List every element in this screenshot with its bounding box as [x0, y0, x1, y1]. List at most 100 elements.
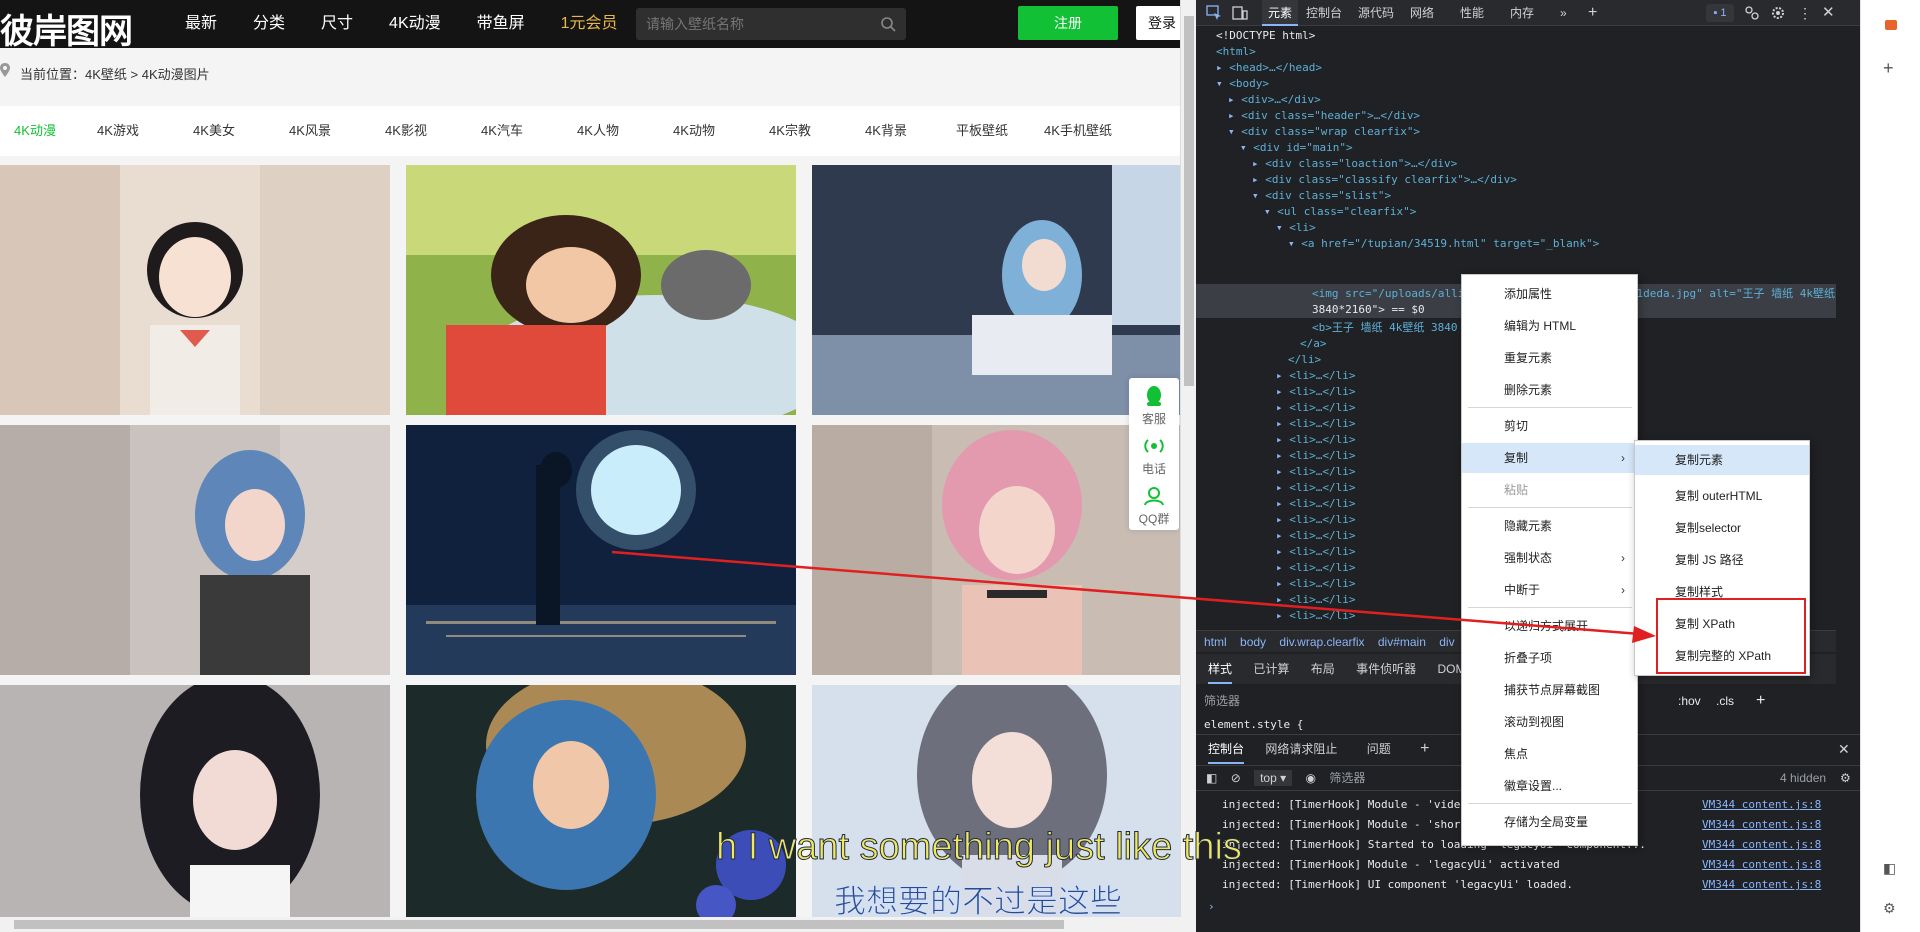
wallpaper-thumbnail[interactable] — [812, 165, 1180, 415]
dom-node[interactable]: ▸ <div class="header">…</div> — [1228, 108, 1420, 124]
tab-memory[interactable]: 内存 — [1510, 0, 1534, 26]
element-style-rule[interactable]: element.style { — [1204, 718, 1303, 731]
dom-node[interactable]: ▸ <li>…</li> — [1276, 576, 1355, 592]
tab-4k-game[interactable]: 4K游戏 — [70, 106, 166, 156]
tab-4k-religion[interactable]: 4K宗教 — [742, 106, 838, 156]
dom-node[interactable]: ▸ <li>…</li> — [1276, 384, 1355, 400]
dom-node[interactable]: ▸ <li>…</li> — [1276, 368, 1355, 384]
dom-node[interactable]: <b>王子 墙纸 4k壁纸 3840 — [1312, 320, 1457, 336]
tab-computed[interactable]: 已计算 — [1253, 662, 1289, 676]
tab-sources[interactable]: 源代码 — [1358, 0, 1394, 26]
live-expression-eye-icon[interactable]: ◉ — [1305, 771, 1315, 785]
dom-node[interactable]: ▸ <li>…</li> — [1276, 480, 1355, 496]
issues-badge[interactable]: ▪ 1 — [1706, 4, 1734, 22]
settings-gear-icon[interactable] — [1770, 5, 1786, 21]
tab-4k-film[interactable]: 4K影视 — [358, 106, 454, 156]
menu-badge-settings[interactable]: 徽章设置... — [1462, 771, 1637, 801]
menu-copy-element[interactable]: 复制元素 — [1635, 445, 1809, 475]
dom-node[interactable]: <!DOCTYPE html> — [1216, 28, 1315, 44]
site-logo[interactable]: 彼岸图网 — [0, 4, 133, 53]
tab-4k-car[interactable]: 4K汽车 — [454, 106, 550, 156]
menu-paste[interactable]: 粘贴 — [1462, 475, 1637, 505]
tab-4k-phone[interactable]: 4K手机壁纸 — [1030, 106, 1126, 156]
tab-4k-background[interactable]: 4K背景 — [838, 106, 934, 156]
tab-layout[interactable]: 布局 — [1311, 662, 1335, 676]
menu-delete-element[interactable]: 删除元素 — [1462, 375, 1637, 405]
tab-styles[interactable]: 样式 — [1208, 662, 1233, 684]
menu-copy-selector[interactable]: 复制selector — [1635, 513, 1809, 543]
drawer-tab-request-blocking[interactable]: 网络请求阻止 — [1265, 742, 1337, 756]
log-source-link[interactable]: VM344 content.js:8 — [1702, 855, 1821, 875]
dom-node[interactable]: ▾ <div id="main"> — [1240, 140, 1353, 156]
cls-toggle[interactable]: .cls — [1716, 688, 1734, 714]
menu-break-on[interactable]: 中断于 › — [1462, 575, 1637, 605]
crumb-div[interactable]: div — [1439, 635, 1454, 649]
menu-store-global-variable[interactable]: 存储为全局变量 — [1462, 807, 1637, 837]
close-devtools-icon[interactable]: ✕ — [1822, 0, 1835, 26]
search-input[interactable] — [646, 8, 866, 40]
dom-node[interactable]: </a> — [1300, 336, 1327, 352]
drawer-tab-console[interactable]: 控制台 — [1208, 742, 1245, 764]
tab-4k-people[interactable]: 4K人物 — [550, 106, 646, 156]
tab-4k-animal[interactable]: 4K动物 — [646, 106, 742, 156]
dom-node[interactable]: ▸ <li>…</li> — [1276, 544, 1355, 560]
page-vertical-scrollbar[interactable] — [1180, 0, 1196, 920]
nav-category[interactable]: 分类 — [253, 0, 285, 48]
nav-size[interactable]: 尺寸 — [321, 0, 353, 48]
console-filter-input[interactable]: 筛选器 — [1329, 771, 1365, 785]
log-source-link[interactable]: VM344 content.js:8 — [1702, 835, 1821, 855]
drawer-close-icon[interactable]: ✕ — [1838, 735, 1850, 763]
more-options-icon[interactable]: ⋮ — [1798, 0, 1812, 26]
dom-node[interactable]: </li> — [1288, 352, 1321, 368]
wallpaper-thumbnail[interactable] — [812, 425, 1180, 675]
device-toolbar-icon[interactable] — [1232, 5, 1248, 21]
menu-copy-outerhtml[interactable]: 复制 outerHTML — [1635, 481, 1809, 511]
log-source-link[interactable]: VM344 content.js:8 — [1702, 875, 1821, 895]
more-tabs-icon[interactable]: » — [1560, 0, 1567, 26]
tab-performance[interactable]: 性能 — [1460, 0, 1484, 26]
styles-filter-input[interactable]: 筛选器 — [1204, 694, 1240, 708]
sidebar-toggle-icon[interactable]: ◧ — [1206, 771, 1217, 785]
dom-node[interactable]: ▸ <div class="classify clearfix">…</div> — [1252, 172, 1517, 188]
menu-focus[interactable]: 焦点 — [1462, 739, 1637, 769]
menu-expand-recursively[interactable]: 以递归方式展开 — [1462, 611, 1637, 641]
side-settings-icon[interactable]: ⚙ — [1883, 900, 1896, 917]
console-settings-icon[interactable]: ⚙ — [1840, 766, 1851, 790]
dom-node[interactable]: ▸ <li>…</li> — [1276, 592, 1355, 608]
register-button[interactable]: 注册 — [1018, 6, 1118, 40]
crumb-wrap[interactable]: div.wrap.clearfix — [1279, 635, 1364, 649]
drawer-add-icon[interactable]: + — [1420, 740, 1429, 757]
tab-event-listeners[interactable]: 事件侦听器 — [1356, 662, 1416, 676]
tab-console[interactable]: 控制台 — [1306, 0, 1342, 26]
crumb-main[interactable]: div#main — [1378, 635, 1426, 649]
tab-tablet[interactable]: 平板壁纸 — [934, 106, 1030, 156]
wallpaper-thumbnail[interactable] — [406, 425, 796, 675]
menu-duplicate-element[interactable]: 重复元素 — [1462, 343, 1637, 373]
menu-scroll-into-view[interactable]: 滚动到视图 — [1462, 707, 1637, 737]
dom-node[interactable]: ▸ <li>…</li> — [1276, 464, 1355, 480]
clear-console-icon[interactable]: ⊘ — [1231, 771, 1241, 785]
wallpaper-thumbnail[interactable] — [406, 165, 796, 415]
inspect-element-icon[interactable] — [1206, 5, 1222, 21]
toolbox-icon[interactable] — [1885, 20, 1897, 30]
add-sidebar-icon[interactable]: + — [1883, 58, 1894, 79]
menu-add-attribute[interactable]: 添加属性 — [1462, 279, 1637, 309]
nav-ultrawide[interactable]: 带鱼屏 — [477, 0, 525, 48]
dom-node[interactable]: ▸ <li>…</li> — [1276, 400, 1355, 416]
customer-service-button[interactable]: 客服 — [1129, 378, 1179, 428]
dom-node[interactable]: ▾ <li> — [1276, 220, 1316, 236]
customize-icon[interactable] — [1744, 5, 1760, 21]
nav-4k-anime[interactable]: 4K动漫 — [389, 0, 441, 48]
dom-node[interactable]: ▸ <li>…</li> — [1276, 448, 1355, 464]
menu-hide-element[interactable]: 隐藏元素 — [1462, 511, 1637, 541]
menu-edit-html[interactable]: 编辑为 HTML — [1462, 311, 1637, 341]
tab-4k-anime[interactable]: 4K动漫 — [0, 106, 70, 156]
menu-capture-node-screenshot[interactable]: 捕获节点屏幕截图 — [1462, 675, 1637, 705]
menu-copy-js-path[interactable]: 复制 JS 路径 — [1635, 545, 1809, 575]
menu-force-state[interactable]: 强制状态 › — [1462, 543, 1637, 573]
hov-toggle[interactable]: :hov — [1678, 688, 1701, 714]
drawer-tab-issues[interactable]: 问题 — [1367, 742, 1391, 756]
dom-node[interactable]: <html> — [1216, 44, 1256, 60]
dom-node[interactable]: ▸ <li>…</li> — [1276, 496, 1355, 512]
tab-elements[interactable]: 元素 — [1262, 0, 1299, 26]
